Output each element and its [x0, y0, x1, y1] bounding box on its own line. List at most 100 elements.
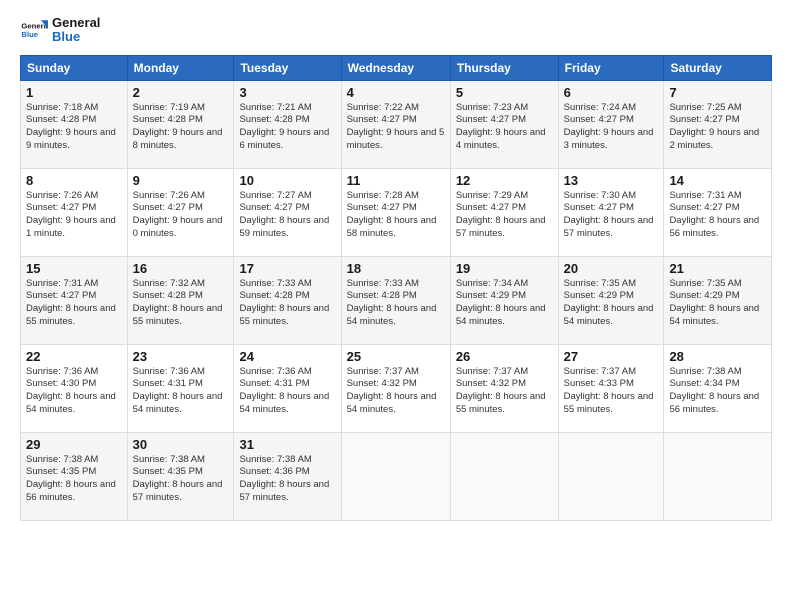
day-cell: 22 Sunrise: 7:36 AMSunset: 4:30 PMDayligh… [21, 344, 128, 432]
day-cell: 1 Sunrise: 7:18 AMSunset: 4:28 PMDaylight… [21, 80, 128, 168]
day-cell [558, 432, 664, 520]
logo-blue: Blue [52, 30, 100, 44]
week-row-4: 22 Sunrise: 7:36 AMSunset: 4:30 PMDayligh… [21, 344, 772, 432]
day-info: Sunrise: 7:32 AMSunset: 4:28 PMDaylight:… [133, 278, 229, 329]
day-number: 21 [669, 261, 766, 276]
day-number: 13 [564, 173, 659, 188]
day-info: Sunrise: 7:33 AMSunset: 4:28 PMDaylight:… [239, 278, 335, 329]
day-info: Sunrise: 7:38 AMSunset: 4:35 PMDaylight:… [133, 454, 229, 505]
weekday-header-wednesday: Wednesday [341, 55, 450, 80]
day-number: 16 [133, 261, 229, 276]
day-info: Sunrise: 7:37 AMSunset: 4:32 PMDaylight:… [347, 366, 445, 417]
day-info: Sunrise: 7:21 AMSunset: 4:28 PMDaylight:… [239, 102, 335, 153]
day-number: 31 [239, 437, 335, 452]
day-number: 2 [133, 85, 229, 100]
calendar-table: SundayMondayTuesdayWednesdayThursdayFrid… [20, 55, 772, 521]
day-number: 24 [239, 349, 335, 364]
day-number: 29 [26, 437, 122, 452]
day-number: 18 [347, 261, 445, 276]
day-cell: 7 Sunrise: 7:25 AMSunset: 4:27 PMDaylight… [664, 80, 772, 168]
week-row-5: 29 Sunrise: 7:38 AMSunset: 4:35 PMDayligh… [21, 432, 772, 520]
day-number: 8 [26, 173, 122, 188]
day-info: Sunrise: 7:38 AMSunset: 4:34 PMDaylight:… [669, 366, 766, 417]
day-number: 19 [456, 261, 553, 276]
day-cell: 29 Sunrise: 7:38 AMSunset: 4:35 PMDayligh… [21, 432, 128, 520]
day-info: Sunrise: 7:23 AMSunset: 4:27 PMDaylight:… [456, 102, 553, 153]
day-cell: 6 Sunrise: 7:24 AMSunset: 4:27 PMDaylight… [558, 80, 664, 168]
day-info: Sunrise: 7:36 AMSunset: 4:31 PMDaylight:… [239, 366, 335, 417]
day-number: 6 [564, 85, 659, 100]
weekday-header-friday: Friday [558, 55, 664, 80]
day-cell: 12 Sunrise: 7:29 AMSunset: 4:27 PMDayligh… [450, 168, 558, 256]
svg-text:Blue: Blue [21, 30, 38, 39]
day-cell: 16 Sunrise: 7:32 AMSunset: 4:28 PMDayligh… [127, 256, 234, 344]
day-cell: 11 Sunrise: 7:28 AMSunset: 4:27 PMDayligh… [341, 168, 450, 256]
day-info: Sunrise: 7:35 AMSunset: 4:29 PMDaylight:… [564, 278, 659, 329]
day-info: Sunrise: 7:38 AMSunset: 4:35 PMDaylight:… [26, 454, 122, 505]
weekday-header-sunday: Sunday [21, 55, 128, 80]
day-cell: 14Sunrise: 7:31 AMSunset: 4:27 PMDayligh… [664, 168, 772, 256]
day-info: Sunrise: 7:24 AMSunset: 4:27 PMDaylight:… [564, 102, 659, 153]
day-number: 12 [456, 173, 553, 188]
day-number: 5 [456, 85, 553, 100]
weekday-header-monday: Monday [127, 55, 234, 80]
day-cell: 17 Sunrise: 7:33 AMSunset: 4:28 PMDayligh… [234, 256, 341, 344]
day-cell: 28 Sunrise: 7:38 AMSunset: 4:34 PMDayligh… [664, 344, 772, 432]
day-number: 11 [347, 173, 445, 188]
day-number: 15 [26, 261, 122, 276]
day-cell: 26Sunrise: 7:37 AMSunset: 4:32 PMDayligh… [450, 344, 558, 432]
day-cell: 2 Sunrise: 7:19 AMSunset: 4:28 PMDaylight… [127, 80, 234, 168]
day-cell: 25 Sunrise: 7:37 AMSunset: 4:32 PMDayligh… [341, 344, 450, 432]
day-cell: 19 Sunrise: 7:34 AMSunset: 4:29 PMDayligh… [450, 256, 558, 344]
day-number: 17 [239, 261, 335, 276]
day-info: Sunrise: 7:29 AMSunset: 4:27 PMDaylight:… [456, 190, 553, 241]
day-info: Sunrise: 7:25 AMSunset: 4:27 PMDaylight:… [669, 102, 766, 153]
day-number: 30 [133, 437, 229, 452]
day-info: Sunrise: 7:38 AMSunset: 4:36 PMDaylight:… [239, 454, 335, 505]
day-info: Sunrise: 7:26 AMSunset: 4:27 PMDaylight:… [133, 190, 229, 241]
day-info: Sunrise: 7:37 AMSunset: 4:32 PMDaylight:… [456, 366, 553, 417]
logo-general: General [52, 16, 100, 30]
day-cell: 30 Sunrise: 7:38 AMSunset: 4:35 PMDayligh… [127, 432, 234, 520]
day-info: Sunrise: 7:33 AMSunset: 4:28 PMDaylight:… [347, 278, 445, 329]
day-cell: 21 Sunrise: 7:35 AMSunset: 4:29 PMDayligh… [664, 256, 772, 344]
day-cell: 9 Sunrise: 7:26 AMSunset: 4:27 PMDaylight… [127, 168, 234, 256]
day-cell: 20 Sunrise: 7:35 AMSunset: 4:29 PMDayligh… [558, 256, 664, 344]
day-info: Sunrise: 7:31 AMSunset: 4:27 PMDaylight:… [26, 278, 122, 329]
day-info: Sunrise: 7:36 AMSunset: 4:31 PMDaylight:… [133, 366, 229, 417]
day-cell: 4Sunrise: 7:22 AMSunset: 4:27 PMDaylight… [341, 80, 450, 168]
week-row-2: 8 Sunrise: 7:26 AMSunset: 4:27 PMDaylight… [21, 168, 772, 256]
day-info: Sunrise: 7:35 AMSunset: 4:29 PMDaylight:… [669, 278, 766, 329]
day-number: 23 [133, 349, 229, 364]
logo: General Blue General Blue [20, 16, 100, 45]
page-header: General Blue General Blue [20, 16, 772, 45]
day-info: Sunrise: 7:18 AMSunset: 4:28 PMDaylight:… [26, 102, 122, 153]
day-info: Sunrise: 7:31 AMSunset: 4:27 PMDaylight:… [669, 190, 766, 241]
day-cell: 23 Sunrise: 7:36 AMSunset: 4:31 PMDayligh… [127, 344, 234, 432]
day-info: Sunrise: 7:22 AMSunset: 4:27 PMDaylight:… [347, 102, 445, 153]
day-info: Sunrise: 7:19 AMSunset: 4:28 PMDaylight:… [133, 102, 229, 153]
day-number: 1 [26, 85, 122, 100]
day-info: Sunrise: 7:26 AMSunset: 4:27 PMDaylight:… [26, 190, 122, 241]
day-cell [664, 432, 772, 520]
day-number: 22 [26, 349, 122, 364]
day-info: Sunrise: 7:36 AMSunset: 4:30 PMDaylight:… [26, 366, 122, 417]
day-number: 7 [669, 85, 766, 100]
day-cell: 31 Sunrise: 7:38 AMSunset: 4:36 PMDayligh… [234, 432, 341, 520]
week-row-3: 15 Sunrise: 7:31 AMSunset: 4:27 PMDayligh… [21, 256, 772, 344]
day-info: Sunrise: 7:34 AMSunset: 4:29 PMDaylight:… [456, 278, 553, 329]
week-row-1: 1 Sunrise: 7:18 AMSunset: 4:28 PMDaylight… [21, 80, 772, 168]
day-number: 3 [239, 85, 335, 100]
day-cell [450, 432, 558, 520]
weekday-header-row: SundayMondayTuesdayWednesdayThursdayFrid… [21, 55, 772, 80]
day-number: 28 [669, 349, 766, 364]
calendar-body: 1 Sunrise: 7:18 AMSunset: 4:28 PMDaylight… [21, 80, 772, 520]
day-cell: 8 Sunrise: 7:26 AMSunset: 4:27 PMDaylight… [21, 168, 128, 256]
weekday-header-tuesday: Tuesday [234, 55, 341, 80]
day-number: 9 [133, 173, 229, 188]
day-number: 20 [564, 261, 659, 276]
day-cell [341, 432, 450, 520]
day-number: 25 [347, 349, 445, 364]
day-info: Sunrise: 7:28 AMSunset: 4:27 PMDaylight:… [347, 190, 445, 241]
weekday-header-thursday: Thursday [450, 55, 558, 80]
